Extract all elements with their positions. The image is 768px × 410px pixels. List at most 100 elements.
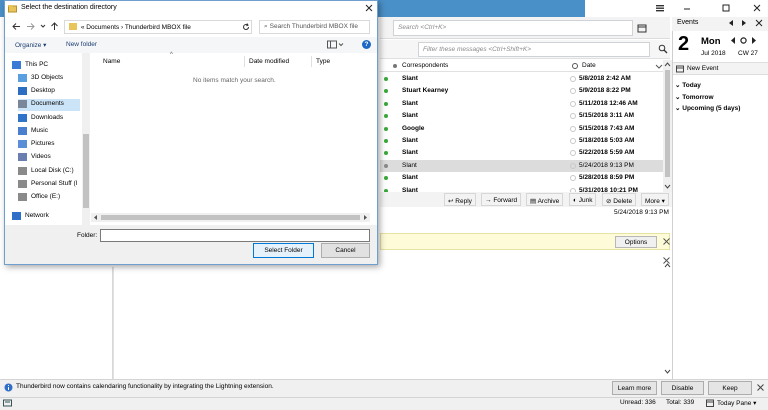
section-tomorrow[interactable]: ⌄ Tomorrow [675,93,714,101]
read-status-icon[interactable] [570,88,576,95]
tree-item-this-pc[interactable]: This PC [12,60,78,72]
maximize-icon[interactable] [721,3,731,13]
search-icon[interactable] [658,44,668,54]
date-modified-column-header[interactable]: Date modified [249,58,289,65]
close-pane-icon[interactable] [755,19,763,27]
breadcrumb-overflow[interactable]: « [81,24,85,31]
address-bar[interactable]: « Documents › Thunderbird MBOX file [64,20,252,34]
previous-pane-icon[interactable] [727,19,735,27]
tree-item-network[interactable]: Network [12,211,78,223]
message-row[interactable]: Stuart Kearney 5/9/2018 8:22 PM [380,85,663,97]
disable-button[interactable]: Disable [661,381,704,395]
select-folder-button[interactable]: Select Folder [253,243,314,258]
read-status-icon[interactable] [570,76,576,82]
new-folder-button[interactable]: New folder [66,41,97,48]
unread-dot-icon[interactable] [384,163,388,168]
today-pane-toggle[interactable]: Today Pane ▾ [717,399,756,407]
forward-button[interactable]: → Forward [481,193,522,206]
next-day-icon[interactable] [750,36,758,45]
up-icon[interactable] [50,21,59,31]
calendar-icon[interactable] [637,23,647,33]
tree-item-music[interactable]: Music [18,126,84,138]
section-today[interactable]: ⌄ Today [675,81,701,89]
options-button[interactable]: Options [615,236,657,248]
tree-item-personal-stuff[interactable]: Personal Stuff (I [18,179,84,191]
scrollbar-thumb[interactable] [665,70,670,177]
read-status-icon[interactable] [570,175,576,182]
dialog-search-input[interactable]: ⌕ Search Thunderbird MBOX file [259,20,370,34]
message-row[interactable]: Slant 5/11/2018 12:46 AM [380,98,663,110]
delete-button[interactable]: ⊘ Delete [602,193,637,206]
global-search-input[interactable]: Search <Ctrl+K> [393,20,633,36]
unread-dot-icon[interactable] [384,139,388,143]
recent-locations-icon[interactable] [40,23,46,29]
message-row[interactable]: Slant 5/22/2018 5:59 AM [380,147,663,159]
read-status-icon[interactable] [570,187,576,192]
tree-item-videos[interactable]: Videos [18,152,84,164]
dismiss-icon[interactable] [756,383,765,392]
forward-icon[interactable] [26,22,36,31]
view-options-icon[interactable] [327,40,345,49]
body-scroll-down-icon[interactable] [664,368,671,375]
section-upcoming[interactable]: ⌄ Upcoming (5 days) [675,104,740,112]
scroll-down-icon[interactable] [664,183,671,190]
tree-item-pictures[interactable]: Pictures [18,139,84,151]
unread-dot-icon[interactable] [384,114,388,119]
archive-button[interactable]: ▤ Archive [526,193,564,206]
close-icon[interactable] [752,3,762,13]
tree-item-3d-objects[interactable]: 3D Objects [18,73,84,85]
message-row[interactable]: Slant 5/31/2018 10:21 PM [380,185,663,192]
message-row[interactable]: Google 5/15/2018 7:43 AM [380,123,663,135]
correspondents-column-header[interactable]: Correspondents [402,62,448,69]
help-icon[interactable]: ? [362,40,371,49]
unread-dot-icon[interactable] [384,126,388,131]
date-column-header[interactable]: Date [582,62,596,69]
read-status-icon[interactable] [570,150,576,157]
name-column-header[interactable]: Name [103,58,120,65]
minimize-icon[interactable] [682,3,692,13]
status-column-icon[interactable] [391,62,399,70]
breadcrumb-documents[interactable]: Documents [86,24,119,31]
message-row[interactable]: Slant 5/28/2018 8:59 PM [380,172,663,184]
breadcrumb-current[interactable]: Thunderbird MBOX file [125,24,191,31]
learn-more-button[interactable]: Learn more [612,381,657,395]
scroll-up-icon[interactable] [664,61,671,68]
filter-messages-input[interactable]: Filter these messages <Ctrl+Shift+K> [418,42,650,57]
read-status-icon[interactable] [570,113,576,120]
scroll-right-icon[interactable] [362,214,369,221]
tree-item-desktop[interactable]: Desktop [18,86,84,98]
message-row[interactable]: Slant 5/8/2018 2:42 AM [380,73,663,85]
scroll-left-icon[interactable] [92,214,99,221]
reply-button[interactable]: ↩ Reply [444,193,476,206]
keep-button[interactable]: Keep [708,381,752,395]
unread-dot-icon[interactable] [384,151,388,156]
read-status-icon[interactable] [570,100,576,107]
message-row[interactable]: Slant 5/24/2018 9:13 PM [380,159,663,173]
app-menu-icon[interactable] [655,3,665,13]
today-circle-icon[interactable] [739,36,748,45]
prev-day-icon[interactable] [729,36,737,45]
cancel-button[interactable]: Cancel [321,243,370,258]
read-status-icon[interactable] [570,125,576,132]
junk-button[interactable]: ◐ Junk [569,193,597,206]
read-status-icon[interactable] [570,162,576,169]
message-row[interactable]: Slant 5/18/2018 5:03 AM [380,135,663,147]
organize-button[interactable]: Organize ▾ [15,41,46,49]
more-button[interactable]: More ▾ [641,193,669,206]
next-pane-icon[interactable] [740,19,748,27]
body-scroll-up-icon[interactable] [664,262,671,269]
tree-item-local-disk[interactable]: Local Disk (C:) [18,166,84,178]
unread-dot-icon[interactable] [384,77,388,81]
close-notification-icon[interactable] [662,237,671,246]
back-icon[interactable] [11,22,21,31]
folder-name-input[interactable] [100,229,370,242]
message-row[interactable]: Slant 5/15/2018 3:11 AM [380,110,663,122]
unread-dot-icon[interactable] [384,101,388,106]
unread-dot-icon[interactable] [384,176,388,181]
dialog-close-icon[interactable] [364,3,374,13]
tree-item-documents[interactable]: Documents [18,99,80,111]
tree-scrollbar-thumb[interactable] [83,134,89,208]
type-column-header[interactable]: Type [316,58,330,65]
tree-item-office[interactable]: Office (E:) [18,192,84,204]
column-picker-icon[interactable] [655,62,663,70]
